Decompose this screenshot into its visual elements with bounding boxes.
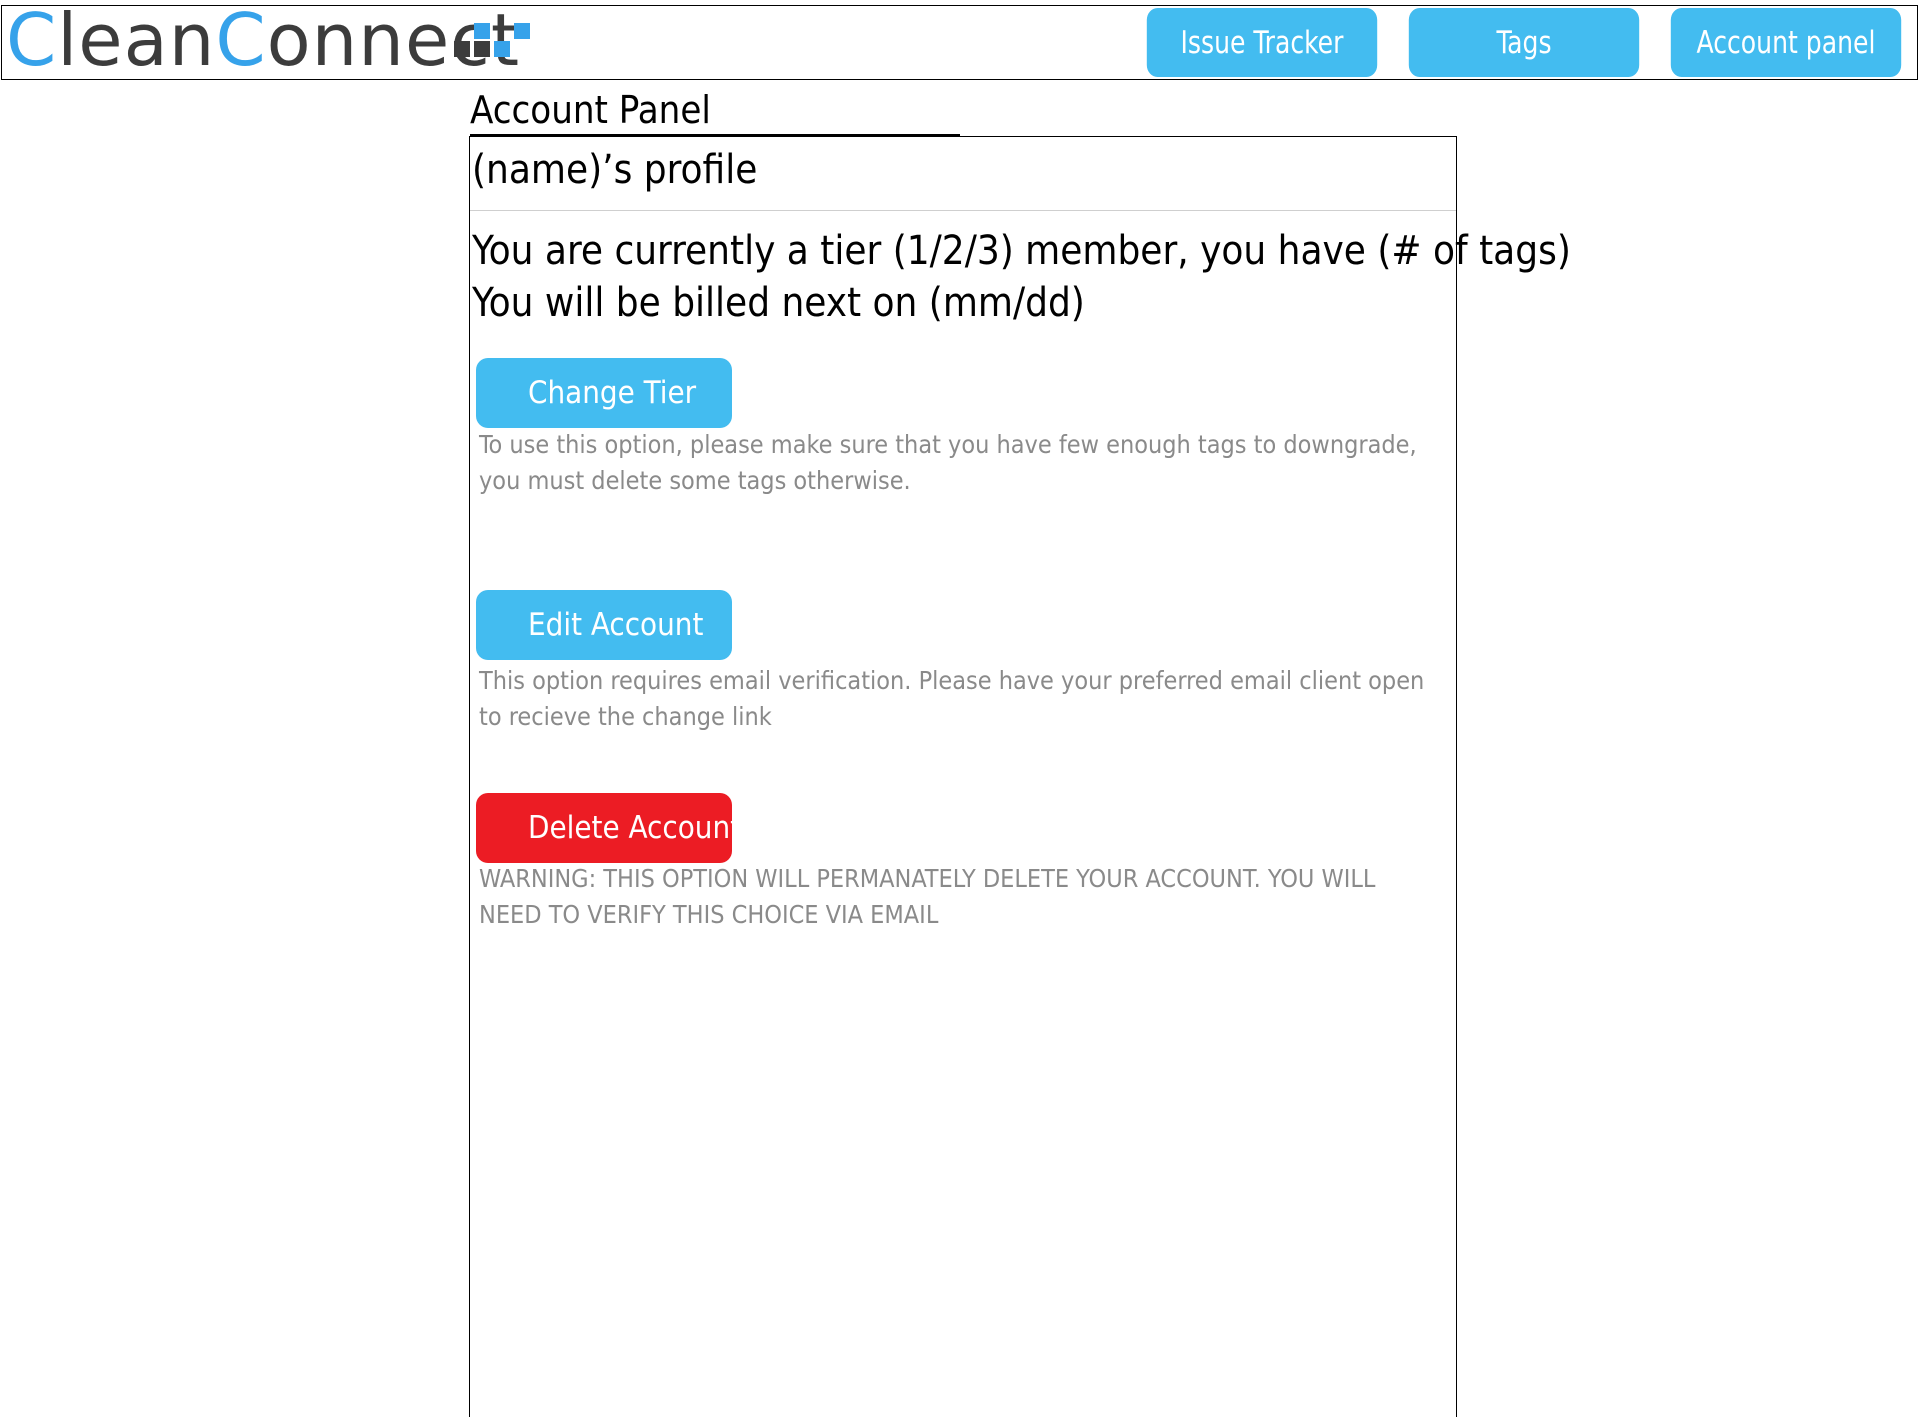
edit-account-label: Edit Account [528, 607, 704, 643]
billing-summary-text: You will be billed next on (mm/dd) [472, 280, 1085, 326]
profile-title: (name)’s profile [472, 147, 758, 193]
nav-issue-tracker-button[interactable]: Issue Tracker [1146, 8, 1378, 77]
account-panel: (name)’s profile You are currently a tie… [469, 136, 1571, 1417]
change-tier-label: Change Tier [528, 375, 697, 411]
logo-text-lean: lean [57, 0, 216, 82]
profile-header: (name)’s profile [470, 137, 1456, 211]
nav-tags-button[interactable]: Tags [1408, 8, 1640, 77]
top-nav: Issue Tracker Tags Account panel [1134, 8, 1914, 77]
nav-issue-tracker-label: Issue Tracker [1180, 24, 1344, 61]
tier-summary-text: You are currently a tier (1/2/3) member,… [472, 228, 1571, 274]
top-header-bar: Clean Connect Issue Tracker Tags Account … [1, 4, 1918, 80]
delete-account-warning: WARNING: THIS OPTION WILL PERMANATELY DE… [479, 864, 1376, 929]
nav-account-panel-button[interactable]: Account panel [1670, 8, 1902, 77]
logo-letter-c2: C [215, 0, 267, 82]
cleanconnect-logo[interactable]: Clean Connect [6, 0, 520, 80]
nav-account-panel-label: Account panel [1696, 24, 1876, 61]
edit-account-description: This option requires email verification.… [479, 666, 1425, 731]
logo-letter-c1: C [6, 0, 58, 82]
edit-account-button[interactable]: Edit Account [476, 590, 732, 660]
checker-logo-icon [454, 23, 530, 57]
nav-tags-label: Tags [1496, 24, 1552, 61]
account-summary: You are currently a tier (1/2/3) member,… [472, 225, 1571, 329]
delete-account-button[interactable]: Delete Account [476, 793, 741, 863]
page-title: Account Panel [470, 86, 960, 139]
change-tier-button[interactable]: Change Tier [476, 358, 732, 428]
delete-account-label: Delete Account [528, 810, 742, 846]
change-tier-description: To use this option, please make sure tha… [479, 430, 1417, 495]
